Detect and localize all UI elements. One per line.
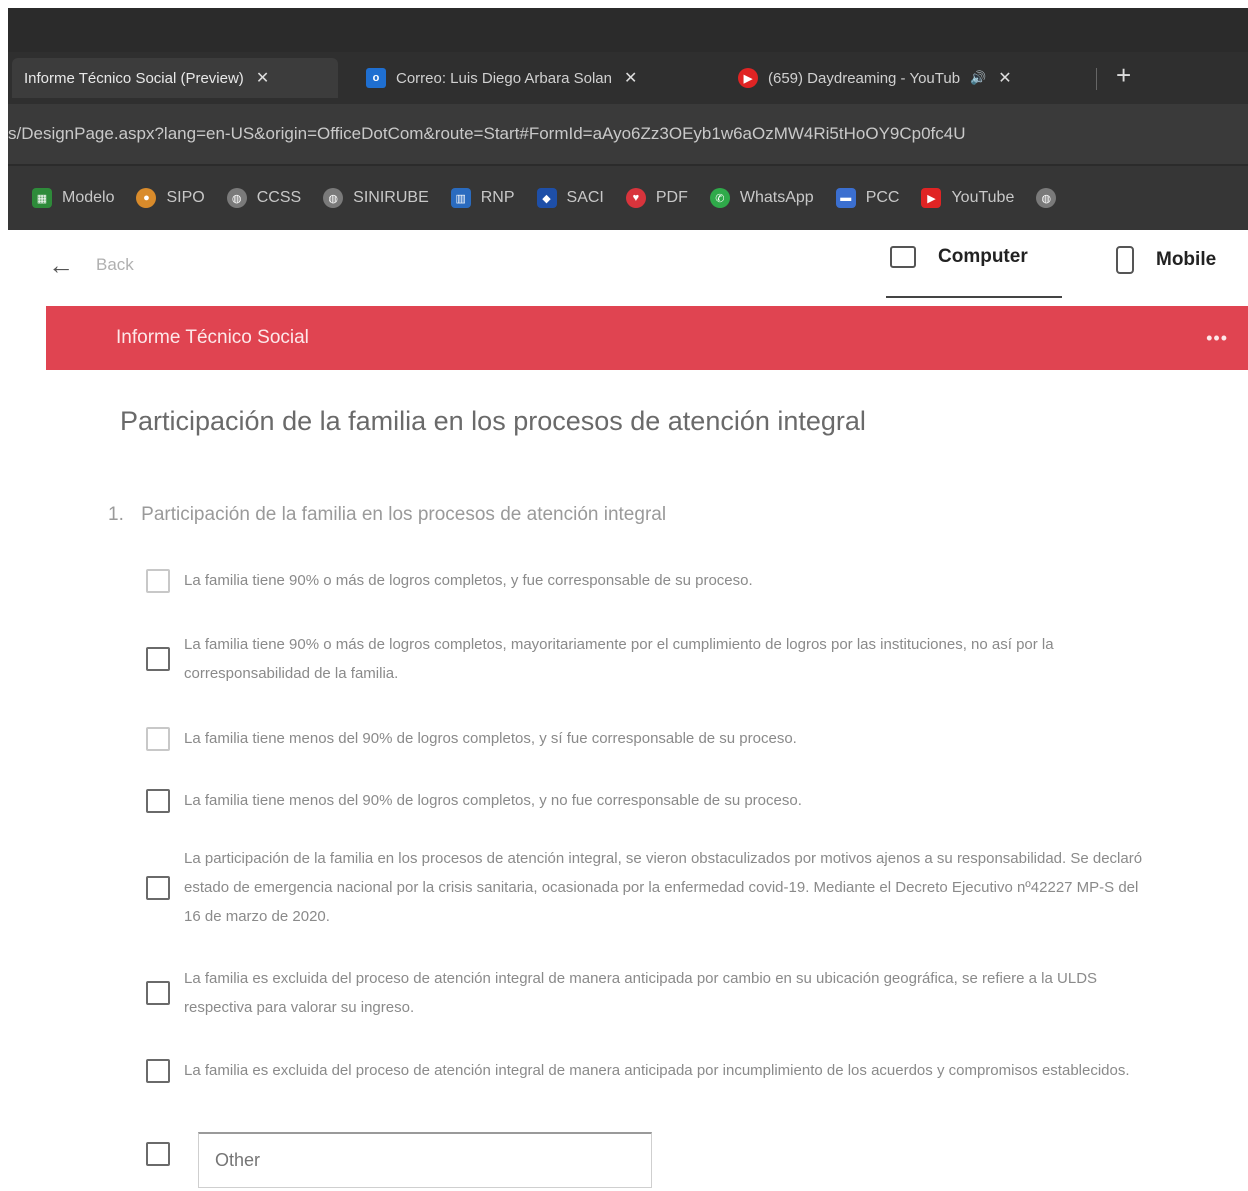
- option-4[interactable]: La familia tiene menos del 90% de logros…: [146, 786, 1156, 815]
- new-tab-icon[interactable]: +: [1116, 62, 1131, 88]
- option-1[interactable]: La familia tiene 90% o más de logros com…: [146, 566, 1156, 595]
- globe-icon: ◍: [226, 188, 247, 208]
- option-3[interactable]: La familia tiene menos del 90% de logros…: [146, 724, 1156, 753]
- checkbox[interactable]: [146, 875, 170, 900]
- close-icon[interactable]: ✕: [256, 68, 269, 88]
- more-options-icon[interactable]: •••: [1206, 328, 1228, 349]
- tab-correo[interactable]: o Correo: Luis Diego Arbara Solan ✕: [358, 58, 708, 98]
- rnp-icon: ▥: [450, 188, 471, 208]
- bookmark-whatsapp[interactable]: ✆ WhatsApp: [709, 188, 814, 208]
- bookmark-more[interactable]: ◍: [1036, 188, 1066, 208]
- back-arrow-icon: ←: [48, 250, 74, 280]
- tab-title: Informe Técnico Social (Preview): [24, 69, 244, 87]
- mobile-view-button[interactable]: Mobile: [1116, 246, 1216, 274]
- option-label: La familia es excluida del proceso de at…: [184, 970, 1098, 1016]
- option-other: [146, 1132, 652, 1188]
- checkbox[interactable]: [146, 1142, 170, 1166]
- option-5[interactable]: La participación de la familia en los pr…: [146, 844, 1156, 931]
- option-label: La familia tiene menos del 90% de logros…: [184, 730, 797, 747]
- tab-youtube[interactable]: ▶ (659) Daydreaming - YouTub 🔊 ✕: [730, 58, 1090, 98]
- bookmark-label: CCSS: [256, 189, 302, 206]
- tab-title: (659) Daydreaming - YouTub: [768, 69, 961, 87]
- bookmark-label: RNP: [480, 189, 515, 206]
- bookmark-label: SIPO: [166, 189, 205, 206]
- monitor-icon: [890, 246, 916, 268]
- bookmark-label: WhatsApp: [739, 189, 814, 206]
- question-number: 1.: [108, 504, 124, 525]
- checkbox[interactable]: [146, 726, 170, 751]
- tab-title: Correo: Luis Diego Arbara Solan: [396, 69, 612, 87]
- youtube-icon: ▶: [921, 188, 942, 208]
- outlook-icon: o: [366, 68, 386, 88]
- globe-icon: ◍: [323, 188, 344, 208]
- bookmark-modelo[interactable]: ▦ Modelo: [32, 188, 114, 208]
- question-heading: 1. Participación de la familia en los pr…: [108, 504, 666, 526]
- back-button[interactable]: ← Back: [48, 252, 134, 278]
- form-banner: Informe Técnico Social •••: [46, 306, 1248, 370]
- option-label: La participación de la familia en los pr…: [184, 850, 1143, 925]
- option-label: La familia tiene 90% o más de logros com…: [184, 636, 1054, 682]
- pdf-icon: ♥: [625, 188, 646, 208]
- phone-icon: [1116, 246, 1134, 274]
- bookmark-rnp[interactable]: ▥ RNP: [450, 188, 515, 208]
- option-label: La familia tiene 90% o más de logros com…: [184, 572, 753, 589]
- tab-bar: Informe Técnico Social (Preview) ✕ o Cor…: [8, 52, 1248, 104]
- spreadsheet-icon: ▦: [32, 188, 52, 208]
- checkbox[interactable]: [146, 568, 170, 593]
- checkbox[interactable]: [146, 647, 170, 671]
- computer-view-button[interactable]: Computer: [890, 246, 1028, 268]
- option-2[interactable]: La familia tiene 90% o más de logros com…: [146, 630, 1156, 688]
- tab-informe[interactable]: Informe Técnico Social (Preview) ✕: [12, 58, 338, 98]
- checkbox[interactable]: [146, 981, 170, 1005]
- saci-icon: ◆: [536, 188, 557, 208]
- bookmark-label: YouTube: [951, 189, 1015, 206]
- bookmark-saci[interactable]: ◆ SACI: [536, 188, 604, 208]
- option-label: La familia es excluida del proceso de at…: [184, 1062, 1130, 1079]
- mobile-label: Mobile: [1156, 249, 1217, 270]
- active-view-underline: [886, 296, 1062, 298]
- bookmark-sipo[interactable]: ● SIPO: [136, 188, 205, 208]
- bookmark-label: Modelo: [62, 189, 115, 206]
- bookmark-label: SACI: [566, 189, 604, 206]
- globe-icon: ◍: [1036, 188, 1057, 208]
- close-icon[interactable]: ✕: [624, 68, 637, 88]
- question-text: Participación de la familia en los proce…: [141, 504, 667, 525]
- close-icon[interactable]: ✕: [998, 68, 1011, 88]
- youtube-icon: ▶: [738, 68, 758, 88]
- computer-label: Computer: [938, 246, 1028, 267]
- pcc-icon: ▬: [835, 188, 856, 208]
- form-title: Informe Técnico Social: [116, 327, 309, 348]
- speaker-icon[interactable]: 🔊: [970, 70, 986, 86]
- bookmark-label: PDF: [655, 189, 688, 206]
- tab-separator: [1096, 68, 1097, 90]
- section-title: Participación de la familia en los proce…: [120, 406, 866, 436]
- option-7[interactable]: La familia es excluida del proceso de at…: [146, 1056, 1156, 1085]
- bookmark-ccss[interactable]: ◍ CCSS: [226, 188, 302, 208]
- url-text[interactable]: s/DesignPage.aspx?lang=en-US&origin=Offi…: [8, 124, 966, 144]
- checkbox[interactable]: [146, 788, 170, 813]
- bookmarks-bar: ▦ Modelo ● SIPO ◍ CCSS ◍ SINIRUBE ▥ RNP …: [8, 166, 1248, 230]
- bookmark-youtube[interactable]: ▶ YouTube: [921, 188, 1014, 208]
- option-6[interactable]: La familia es excluida del proceso de at…: [146, 964, 1156, 1022]
- bookmark-sinirube[interactable]: ◍ SINIRUBE: [323, 188, 429, 208]
- address-bar[interactable]: s/DesignPage.aspx?lang=en-US&origin=Offi…: [8, 104, 1248, 164]
- option-label: La familia tiene menos del 90% de logros…: [184, 792, 802, 809]
- browser-chrome: Informe Técnico Social (Preview) ✕ o Cor…: [8, 8, 1248, 230]
- sipo-icon: ●: [136, 188, 157, 208]
- bookmark-label: PCC: [865, 189, 900, 206]
- back-label: Back: [96, 255, 134, 274]
- other-input[interactable]: [198, 1132, 652, 1188]
- bookmark-label: SINIRUBE: [353, 189, 429, 206]
- bookmark-pcc[interactable]: ▬ PCC: [835, 188, 900, 208]
- whatsapp-icon: ✆: [709, 188, 730, 208]
- bookmark-pdf[interactable]: ♥ PDF: [625, 188, 688, 208]
- checkbox[interactable]: [146, 1058, 170, 1083]
